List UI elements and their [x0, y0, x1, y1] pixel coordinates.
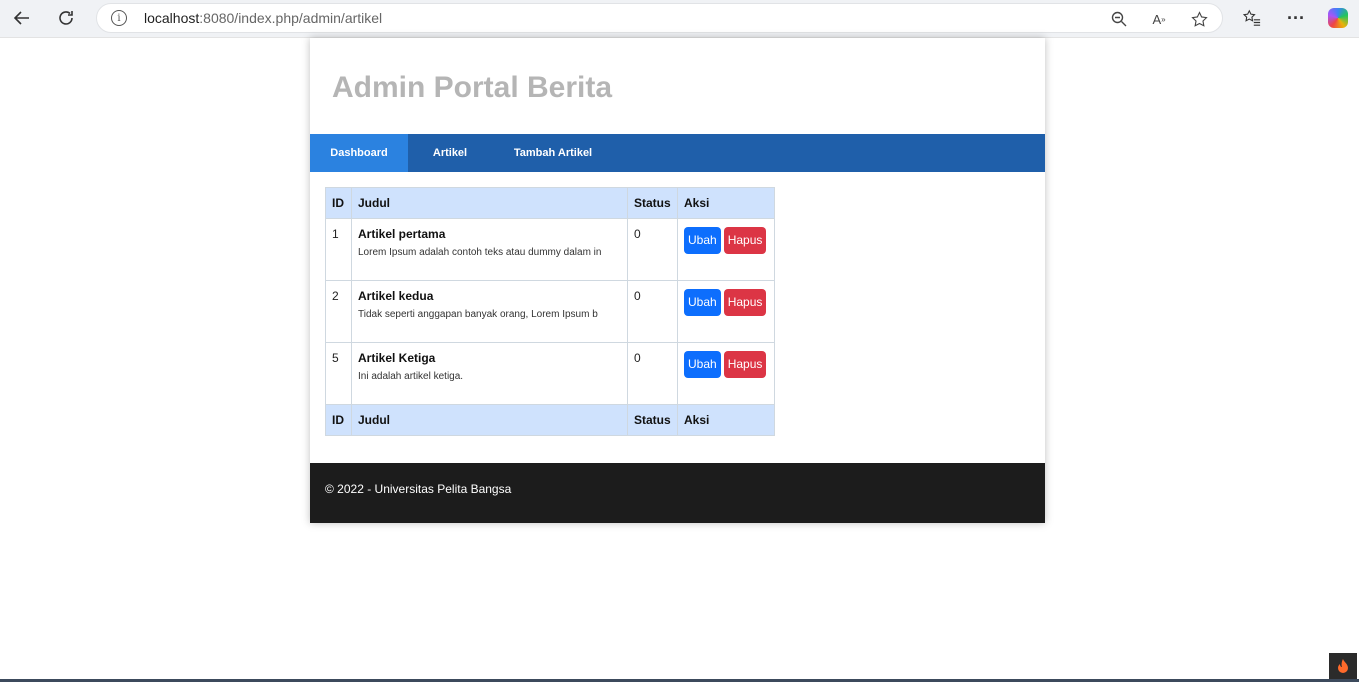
col-footer-judul: Judul	[351, 404, 628, 436]
zoom-out-icon[interactable]	[1110, 10, 1128, 28]
table-row: 1 Artikel pertama Lorem Ipsum adalah con…	[325, 218, 775, 281]
back-icon[interactable]	[9, 5, 35, 31]
browser-toolbar: i localhost:8080/index.php/admin/artikel…	[0, 0, 1359, 37]
ubah-button[interactable]: Ubah	[684, 289, 721, 316]
nav-tambah-artikel[interactable]: Tambah Artikel	[492, 134, 614, 172]
cell-aksi: Ubah Hapus	[677, 218, 775, 281]
footer-copyright: © 2022 - Universitas Pelita Bangsa	[325, 482, 512, 496]
site-header: Admin Portal Berita	[310, 38, 1045, 134]
article-excerpt: Ini adalah artikel ketiga.	[358, 371, 464, 382]
col-header-id: ID	[325, 187, 352, 219]
url-text: localhost:8080/index.php/admin/artikel	[144, 10, 383, 26]
article-excerpt: Tidak seperti anggapan banyak orang, Lor…	[358, 309, 598, 320]
hapus-button[interactable]: Hapus	[723, 227, 767, 254]
col-footer-id: ID	[325, 404, 352, 436]
page-viewport: Admin Portal Berita Dashboard Artikel Ta…	[0, 37, 1359, 682]
site-footer: © 2022 - Universitas Pelita Bangsa	[310, 463, 1045, 523]
cell-status: 0	[627, 342, 678, 405]
cell-judul: Artikel Ketiga Ini adalah artikel ketiga…	[351, 342, 628, 405]
nav-artikel[interactable]: Artikel	[408, 134, 492, 172]
col-footer-status: Status	[627, 404, 678, 436]
favorite-star-icon[interactable]	[1190, 10, 1208, 28]
table-row: 5 Artikel Ketiga Ini adalah artikel keti…	[325, 342, 775, 405]
col-header-judul: Judul	[351, 187, 628, 219]
cell-aksi: Ubah Hapus	[677, 342, 775, 405]
article-excerpt: Lorem Ipsum adalah contoh teks atau dumm…	[358, 247, 602, 258]
site-title: Admin Portal Berita	[332, 71, 613, 104]
ubah-button[interactable]: Ubah	[684, 351, 721, 378]
cell-id: 2	[325, 280, 352, 343]
col-footer-aksi: Aksi	[677, 404, 775, 436]
ubah-button[interactable]: Ubah	[684, 227, 721, 254]
nav-dashboard[interactable]: Dashboard	[310, 134, 408, 172]
cell-id: 5	[325, 342, 352, 405]
flame-icon[interactable]	[1329, 653, 1357, 679]
address-bar[interactable]: i localhost:8080/index.php/admin/artikel…	[96, 3, 1223, 33]
bottom-edge	[0, 679, 1359, 682]
hapus-button[interactable]: Hapus	[723, 351, 767, 378]
info-icon[interactable]: i	[111, 10, 127, 26]
article-title: Artikel pertama	[358, 227, 446, 241]
cell-judul: Artikel pertama Lorem Ipsum adalah conto…	[351, 218, 628, 281]
copilot-icon[interactable]	[1328, 8, 1348, 28]
hapus-button[interactable]: Hapus	[723, 289, 767, 316]
main-navbar: Dashboard Artikel Tambah Artikel	[310, 134, 1045, 172]
cell-judul: Artikel kedua Tidak seperti anggapan ban…	[351, 280, 628, 343]
read-aloud-icon[interactable]: A»	[1150, 10, 1168, 28]
cell-status: 0	[627, 280, 678, 343]
refresh-icon[interactable]	[53, 5, 79, 31]
more-icon[interactable]: ···	[1284, 6, 1308, 30]
favorites-list-icon[interactable]	[1240, 6, 1264, 30]
table-row: 2 Artikel kedua Tidak seperti anggapan b…	[325, 280, 775, 343]
cell-id: 1	[325, 218, 352, 281]
col-header-status: Status	[627, 187, 678, 219]
table-header-row: ID Judul Status Aksi	[325, 187, 775, 219]
article-title: Artikel kedua	[358, 289, 434, 303]
main-content: ID Judul Status Aksi 1 Artikel pertama L…	[325, 187, 775, 436]
cell-aksi: Ubah Hapus	[677, 280, 775, 343]
cell-status: 0	[627, 218, 678, 281]
article-title: Artikel Ketiga	[358, 351, 436, 365]
artikel-table: ID Judul Status Aksi 1 Artikel pertama L…	[325, 187, 775, 436]
col-header-aksi: Aksi	[677, 187, 775, 219]
table-footer-row: ID Judul Status Aksi	[325, 404, 775, 436]
page-container: Admin Portal Berita Dashboard Artikel Ta…	[310, 38, 1045, 523]
